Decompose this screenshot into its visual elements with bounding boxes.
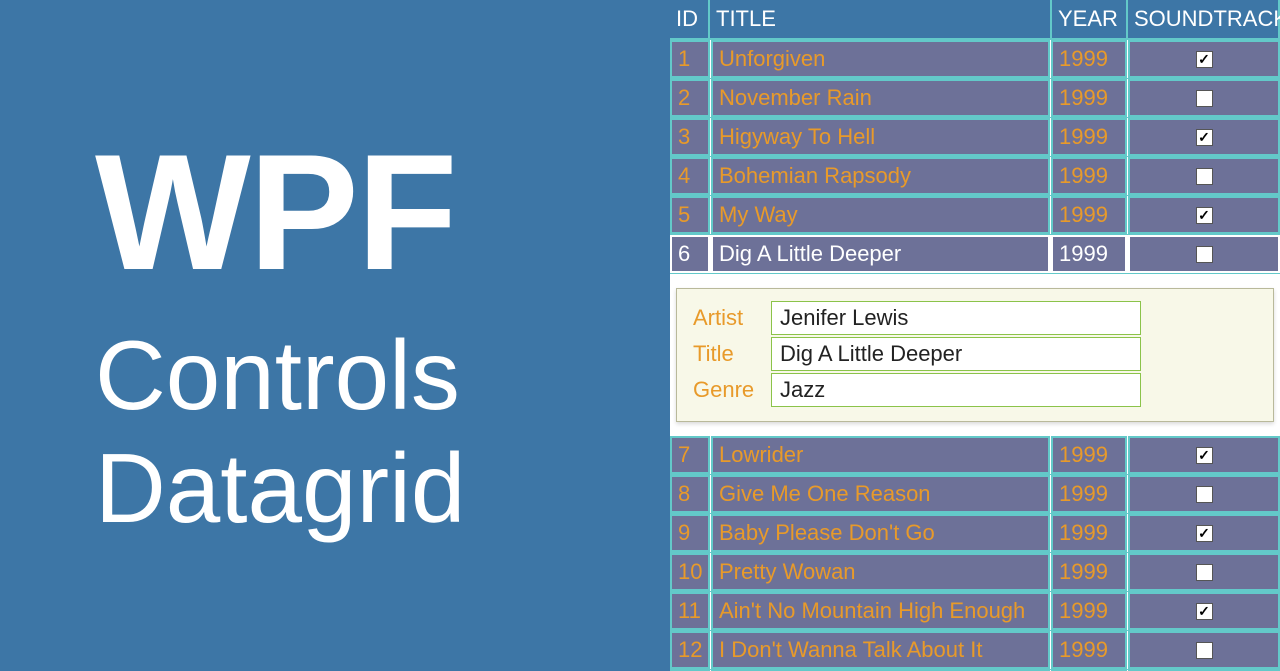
cell-id[interactable]: 9	[670, 514, 710, 552]
table-row[interactable]: 4Bohemian Rapsody1999	[670, 157, 1280, 196]
cell-title[interactable]: Baby Please Don't Go	[711, 514, 1050, 552]
cell-id[interactable]: 2	[670, 79, 710, 117]
soundtrack-checkbox[interactable]: ✓	[1196, 447, 1213, 464]
detail-label-title: Title	[689, 339, 771, 369]
soundtrack-checkbox[interactable]: ✓	[1196, 525, 1213, 542]
detail-value-genre[interactable]: Jazz	[771, 373, 1141, 407]
datagrid-header: ID TITLE YEAR SOUNDTRACK	[670, 0, 1280, 40]
datagrid-rows-bottom: 7Lowrider1999✓8Give Me One Reason19999Ba…	[670, 436, 1280, 671]
soundtrack-checkbox[interactable]	[1196, 168, 1213, 185]
title-line-2: Controls	[95, 319, 670, 432]
cell-id[interactable]: 12	[670, 631, 710, 669]
cell-id[interactable]: 11	[670, 592, 710, 630]
cell-title[interactable]: Bohemian Rapsody	[711, 157, 1050, 195]
table-row[interactable]: 7Lowrider1999 ✓	[670, 436, 1280, 475]
cell-id[interactable]: 5	[670, 196, 710, 234]
cell-soundtrack[interactable]: ✓	[1128, 40, 1280, 78]
cell-year[interactable]: 1999	[1051, 235, 1127, 273]
check-icon: ✓	[1198, 52, 1210, 66]
soundtrack-checkbox[interactable]	[1196, 642, 1213, 659]
cell-soundtrack[interactable]: ✓	[1128, 436, 1280, 474]
table-row[interactable]: 8Give Me One Reason1999	[670, 475, 1280, 514]
cell-soundtrack[interactable]: ✓	[1128, 592, 1280, 630]
soundtrack-checkbox[interactable]	[1196, 486, 1213, 503]
cell-soundtrack[interactable]	[1128, 157, 1280, 195]
detail-value-title[interactable]: Dig A Little Deeper	[771, 337, 1141, 371]
table-row[interactable]: 6Dig A Little Deeper1999	[670, 235, 1280, 274]
cell-year[interactable]: 1999	[1051, 157, 1127, 195]
check-icon: ✓	[1198, 448, 1210, 462]
cell-title[interactable]: Pretty Wowan	[711, 553, 1050, 591]
soundtrack-checkbox[interactable]: ✓	[1196, 129, 1213, 146]
cell-title[interactable]: Dig A Little Deeper	[711, 235, 1050, 273]
cell-id[interactable]: 8	[670, 475, 710, 513]
cell-title[interactable]: I Don't Wanna Talk About It	[711, 631, 1050, 669]
cell-year[interactable]: 1999	[1051, 475, 1127, 513]
row-details-panel: Artist Jenifer Lewis Title Dig A Little …	[676, 288, 1274, 422]
table-row[interactable]: 11Ain't No Mountain High Enough1999 ✓	[670, 592, 1280, 631]
datagrid[interactable]: ID TITLE YEAR SOUNDTRACK 1Unforgiven1999…	[670, 0, 1280, 671]
cell-title[interactable]: Unforgiven	[711, 40, 1050, 78]
table-row[interactable]: 9Baby Please Don't Go1999 ✓	[670, 514, 1280, 553]
cell-year[interactable]: 1999	[1051, 196, 1127, 234]
detail-value-artist[interactable]: Jenifer Lewis	[771, 301, 1141, 335]
table-row[interactable]: 10Pretty Wowan1999	[670, 553, 1280, 592]
soundtrack-checkbox[interactable]	[1196, 246, 1213, 263]
soundtrack-checkbox[interactable]: ✓	[1196, 603, 1213, 620]
datagrid-panel: ID TITLE YEAR SOUNDTRACK 1Unforgiven1999…	[670, 0, 1280, 671]
cell-title[interactable]: Lowrider	[711, 436, 1050, 474]
cell-year[interactable]: 1999	[1051, 40, 1127, 78]
table-row[interactable]: 12I Don't Wanna Talk About It1999	[670, 631, 1280, 670]
cell-id[interactable]: 6	[670, 235, 710, 273]
title-line-3: Datagrid	[95, 432, 670, 545]
soundtrack-checkbox[interactable]: ✓	[1196, 207, 1213, 224]
table-row[interactable]: 1Unforgiven1999 ✓	[670, 40, 1280, 79]
check-icon: ✓	[1198, 208, 1210, 222]
cell-soundtrack[interactable]: ✓	[1128, 196, 1280, 234]
check-icon: ✓	[1198, 130, 1210, 144]
table-row[interactable]: 5My Way1999 ✓	[670, 196, 1280, 235]
cell-year[interactable]: 1999	[1051, 79, 1127, 117]
cell-id[interactable]: 10	[670, 553, 710, 591]
title-line-1: WPF	[95, 126, 670, 299]
check-icon: ✓	[1198, 526, 1210, 540]
cell-title[interactable]: November Rain	[711, 79, 1050, 117]
soundtrack-checkbox[interactable]	[1196, 564, 1213, 581]
header-year[interactable]: YEAR	[1052, 0, 1128, 38]
cell-year[interactable]: 1999	[1051, 514, 1127, 552]
cell-soundtrack[interactable]	[1128, 553, 1280, 591]
cell-soundtrack[interactable]	[1128, 235, 1280, 273]
check-icon: ✓	[1198, 604, 1210, 618]
header-id[interactable]: ID	[670, 0, 710, 38]
cell-title[interactable]: Give Me One Reason	[711, 475, 1050, 513]
cell-year[interactable]: 1999	[1051, 592, 1127, 630]
header-title[interactable]: TITLE	[710, 0, 1052, 38]
detail-label-artist: Artist	[689, 303, 771, 333]
cell-year[interactable]: 1999	[1051, 436, 1127, 474]
table-row[interactable]: 3Higyway To Hell1999 ✓	[670, 118, 1280, 157]
cell-soundtrack[interactable]	[1128, 631, 1280, 669]
left-title-panel: WPF Controls Datagrid	[0, 0, 670, 671]
table-row[interactable]: 2November Rain1999	[670, 79, 1280, 118]
cell-title[interactable]: My Way	[711, 196, 1050, 234]
cell-id[interactable]: 4	[670, 157, 710, 195]
cell-soundtrack[interactable]: ✓	[1128, 514, 1280, 552]
cell-id[interactable]: 7	[670, 436, 710, 474]
cell-year[interactable]: 1999	[1051, 553, 1127, 591]
cell-title[interactable]: Higyway To Hell	[711, 118, 1050, 156]
soundtrack-checkbox[interactable]	[1196, 90, 1213, 107]
cell-title[interactable]: Ain't No Mountain High Enough	[711, 592, 1050, 630]
cell-soundtrack[interactable]	[1128, 475, 1280, 513]
detail-label-genre: Genre	[689, 375, 771, 405]
cell-year[interactable]: 1999	[1051, 118, 1127, 156]
cell-soundtrack[interactable]	[1128, 79, 1280, 117]
cell-year[interactable]: 1999	[1051, 631, 1127, 669]
soundtrack-checkbox[interactable]: ✓	[1196, 51, 1213, 68]
cell-soundtrack[interactable]: ✓	[1128, 118, 1280, 156]
cell-id[interactable]: 1	[670, 40, 710, 78]
cell-id[interactable]: 3	[670, 118, 710, 156]
datagrid-rows-top: 1Unforgiven1999✓2November Rain19993Higyw…	[670, 40, 1280, 274]
header-soundtrack[interactable]: SOUNDTRACK	[1128, 0, 1280, 38]
